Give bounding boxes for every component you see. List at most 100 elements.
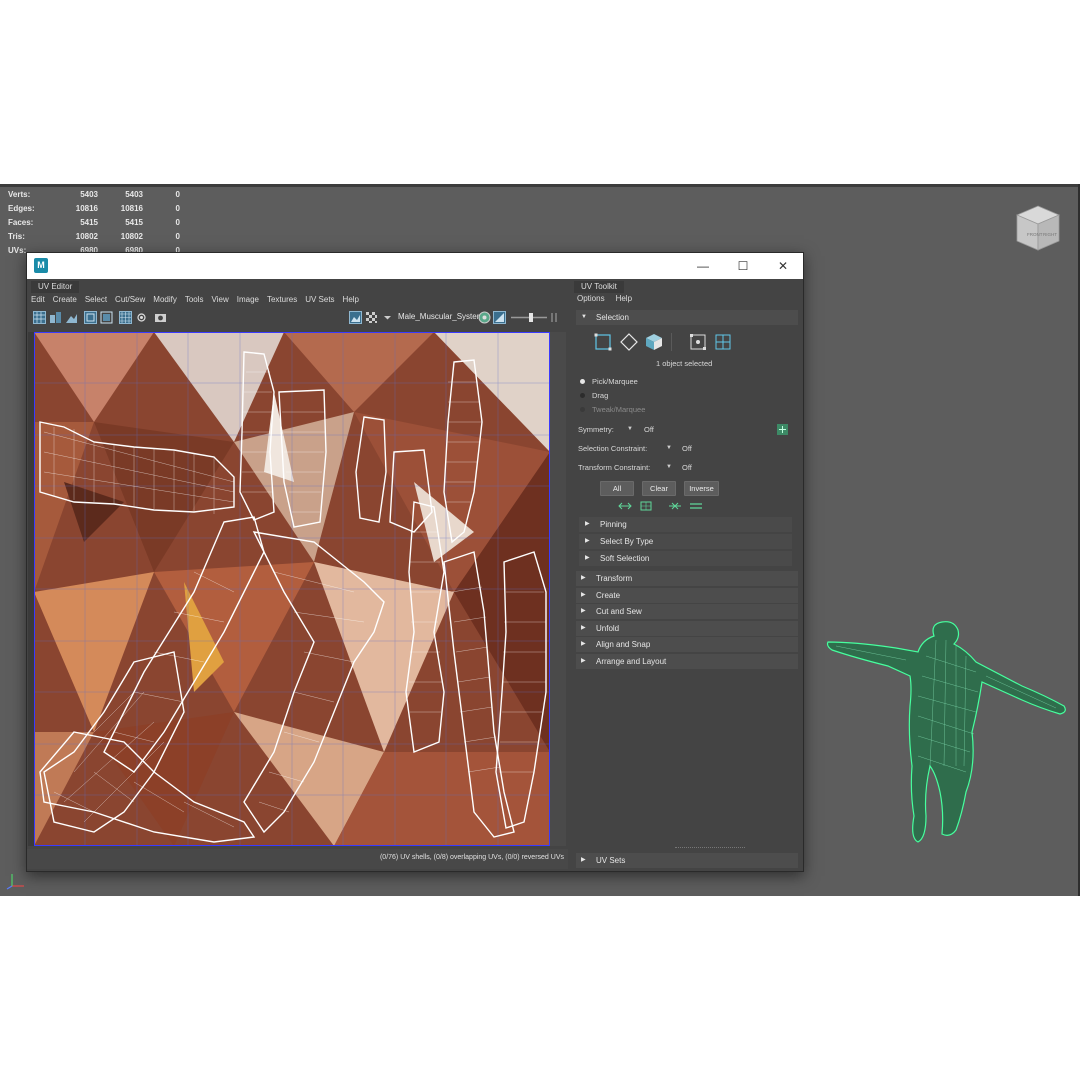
menu-image[interactable]: Image: [233, 293, 263, 306]
select-loop-icon[interactable]: [689, 500, 703, 512]
section-unfold[interactable]: ▶ Unfold: [576, 621, 798, 636]
subsection-soft-selection[interactable]: ▶ Soft Selection: [579, 551, 792, 566]
hud-value: 10816: [75, 204, 98, 214]
hud-row: Verts: 5403 5403 0: [8, 188, 180, 202]
menu-help[interactable]: Help: [339, 293, 363, 306]
section-create[interactable]: ▶ Create: [576, 588, 798, 603]
menu-help[interactable]: Help: [616, 294, 632, 303]
symmetry-settings-icon[interactable]: [777, 424, 788, 435]
viewcube-right-label: RIGHT: [1043, 232, 1057, 237]
radio-drag[interactable]: [580, 393, 585, 398]
shade-uv-icon[interactable]: [49, 311, 62, 324]
hud-value: 0: [175, 231, 180, 241]
select-shell-icon[interactable]: [690, 334, 706, 350]
subsection-pinning[interactable]: ▶ Pinning: [579, 517, 792, 532]
selection-constraint-dropdown-arrow[interactable]: ▼: [666, 445, 672, 451]
shrink-selection-icon[interactable]: [668, 500, 682, 512]
hud-value: 10802: [75, 231, 98, 241]
right-scrollbar[interactable]: [550, 332, 566, 846]
section-uv-sets[interactable]: ▶ UV Sets: [576, 853, 798, 868]
menu-tools[interactable]: Tools: [181, 293, 208, 306]
symmetry-dropdown-arrow[interactable]: ▼: [627, 426, 633, 432]
image-display-icon[interactable]: [349, 311, 362, 324]
clear-button[interactable]: Clear: [642, 481, 676, 496]
section-arrange-and-layout-label: Arrange and Layout: [596, 657, 667, 666]
inverse-button[interactable]: Inverse: [684, 481, 719, 496]
hud-label: Faces:: [8, 217, 34, 227]
hud-row: Edges: 10816 10816 0: [8, 202, 180, 216]
collapsed-triangle-icon: ▶: [585, 555, 590, 561]
hud-label: Tris:: [8, 231, 25, 241]
collapsed-triangle-icon: ▶: [581, 575, 586, 581]
section-cut-and-sew[interactable]: ▶ Cut and Sew: [576, 604, 798, 619]
color-management-icon[interactable]: [478, 311, 491, 324]
menu-options[interactable]: Options: [577, 294, 605, 303]
grid-view-icon[interactable]: [33, 311, 46, 324]
exposure-icon[interactable]: [493, 311, 506, 324]
snapshot-camera-icon[interactable]: [154, 311, 167, 324]
diamond-select-icon[interactable]: [620, 333, 638, 351]
selection-constraint-value[interactable]: Off: [682, 444, 692, 453]
radio-tweak-marquee[interactable]: [580, 407, 585, 412]
collapsed-triangle-icon: ▶: [581, 857, 586, 863]
poly-count-hud: Verts: 5403 5403 0 Edges: 10816 10816 0 Faces: 54…: [8, 188, 180, 257]
selection-constraint-label: Selection Constraint:: [578, 444, 648, 453]
sun-icon[interactable]: [135, 311, 148, 324]
hud-value: 10816: [120, 204, 143, 214]
marquee-select-icon[interactable]: [594, 333, 612, 351]
collapsed-triangle-icon: ▶: [585, 521, 590, 527]
shader-name-field[interactable]: Male_Muscular_Syster: [398, 312, 479, 321]
maximize-button[interactable]: ☐: [723, 253, 763, 279]
section-unfold-label: Unfold: [596, 624, 620, 633]
checker-icon[interactable]: [365, 311, 378, 324]
frame-icon[interactable]: [84, 311, 97, 324]
uv-canvas[interactable]: [34, 332, 550, 846]
menu-create[interactable]: Create: [49, 293, 81, 306]
collapsed-triangle-icon: ▶: [581, 625, 586, 631]
section-align-and-snap[interactable]: ▶ Align and Snap: [576, 637, 798, 652]
tab-uv-editor[interactable]: UV Editor: [31, 281, 80, 293]
viewcube-icon[interactable]: FRONT RIGHT: [1014, 204, 1062, 252]
minimize-button[interactable]: —: [683, 253, 723, 279]
hud-label: Verts:: [8, 190, 31, 200]
checker-grid-icon[interactable]: [119, 311, 132, 324]
human-model-wireframe[interactable]: [826, 616, 1072, 848]
transform-constraint-value[interactable]: Off: [682, 463, 692, 472]
uv-editor-menubar: Edit Create Select Cut/Sew Modify Tools View Im…: [27, 293, 363, 306]
exposure-slider[interactable]: [509, 311, 549, 324]
subsection-select-by-type[interactable]: ▶ Select By Type: [579, 534, 792, 549]
close-button[interactable]: ✕: [763, 253, 803, 279]
object-cube-icon[interactable]: [645, 333, 663, 351]
menu-edit[interactable]: Edit: [27, 293, 49, 306]
tab-uv-toolkit[interactable]: UV Toolkit: [574, 281, 624, 293]
section-selection[interactable]: ▼ Selection: [576, 310, 798, 325]
grow-selection-icon[interactable]: [618, 500, 632, 512]
maya-app-icon: M: [34, 258, 48, 273]
section-transform[interactable]: ▶ Transform: [576, 571, 798, 586]
splitter-handle[interactable]: [675, 847, 745, 849]
menu-textures[interactable]: Textures: [263, 293, 301, 306]
menu-modify[interactable]: Modify: [149, 293, 181, 306]
uv-editor-window[interactable]: M — ☐ ✕ UV Editor Edit Create Select Cut/Se…: [26, 252, 804, 872]
transform-constraint-dropdown-arrow[interactable]: ▼: [666, 464, 672, 470]
texture-borders-icon[interactable]: [65, 311, 78, 324]
hud-value: 10802: [120, 231, 143, 241]
menu-uv-sets[interactable]: UV Sets: [301, 293, 338, 306]
menu-view[interactable]: View: [208, 293, 233, 306]
radio-pick-marquee[interactable]: [580, 379, 585, 384]
mode-drag-label: Drag: [592, 391, 609, 400]
menu-cut-sew[interactable]: Cut/Sew: [111, 293, 149, 306]
chevron-down-icon[interactable]: [381, 311, 394, 324]
section-arrange-and-layout[interactable]: ▶ Arrange and Layout: [576, 654, 798, 669]
window-titlebar[interactable]: M — ☐ ✕: [27, 253, 803, 279]
distortion-icon[interactable]: [100, 311, 113, 324]
expanded-triangle-icon: ▼: [581, 314, 587, 320]
select-all-button[interactable]: All: [600, 481, 634, 496]
symmetry-value[interactable]: Off: [644, 425, 654, 434]
toolbar-expand-icon[interactable]: [550, 311, 560, 324]
select-border-icon[interactable]: [639, 500, 653, 512]
section-align-and-snap-label: Align and Snap: [596, 640, 651, 649]
viewport-top-bar: [0, 184, 1080, 187]
menu-select[interactable]: Select: [81, 293, 111, 306]
select-grid-icon[interactable]: [715, 334, 731, 350]
